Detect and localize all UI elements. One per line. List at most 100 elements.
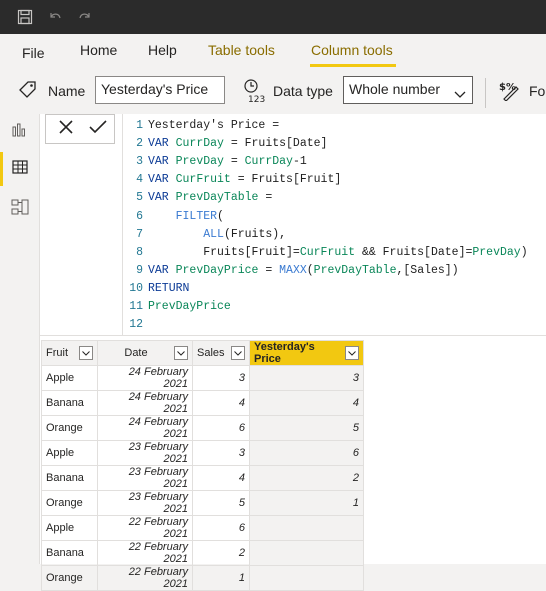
code-token: = (258, 191, 273, 205)
code-token: PrevDayTable (313, 263, 397, 277)
line-number: 4 (136, 173, 143, 187)
cell-fruit[interactable]: Banana (41, 465, 98, 491)
column-header-sales[interactable]: Sales (192, 340, 250, 366)
table-row[interactable]: Apple 22 February 2021 6 (41, 515, 364, 541)
cell-fruit[interactable]: Orange (41, 490, 98, 516)
filter-dropdown-icon[interactable] (79, 346, 93, 360)
column-header-yesterdays-price[interactable]: Yesterday's Price (249, 340, 364, 366)
code-token: MAXX (279, 263, 307, 277)
close-icon (58, 119, 74, 140)
cell-sales[interactable]: 6 (192, 415, 250, 441)
cell-sales[interactable]: 5 (192, 490, 250, 516)
menu-file[interactable]: File (22, 45, 45, 61)
name-field[interactable]: Yesterday's Price (95, 76, 225, 104)
check-icon (89, 119, 107, 140)
table-row[interactable]: Orange 24 February 2021 6 5 (41, 415, 364, 441)
cell-yesterdays-price[interactable]: 4 (249, 390, 364, 416)
menu-column-tools[interactable]: Column tools (311, 42, 393, 58)
code-line: 3 VAR PrevDay = CurrDay-1 (123, 153, 307, 171)
code-line: 7 ALL(Fruits), (123, 226, 286, 244)
cell-date[interactable]: 22 February 2021 (97, 540, 193, 566)
menu-home[interactable]: Home (80, 42, 117, 58)
cell-yesterdays-price[interactable] (249, 515, 364, 541)
cell-fruit[interactable]: Orange (41, 415, 98, 441)
cell-date[interactable]: 23 February 2021 (97, 490, 193, 516)
data-view-button[interactable] (0, 152, 40, 186)
cell-fruit[interactable]: Apple (41, 440, 98, 466)
line-number: 3 (136, 155, 143, 169)
model-view-button[interactable] (0, 192, 40, 226)
format-icon[interactable]: $% (498, 79, 520, 106)
cell-yesterdays-price[interactable]: 6 (249, 440, 364, 466)
cancel-formula-button[interactable] (51, 115, 81, 143)
ribbon: Name Yesterday's Price 123 Data type Who… (0, 70, 546, 114)
cell-fruit[interactable]: Banana (41, 540, 98, 566)
commit-formula-button[interactable] (83, 115, 113, 143)
cell-fruit[interactable]: Apple (41, 515, 98, 541)
cell-fruit[interactable]: Orange (41, 565, 98, 591)
code-token: CurFruit (175, 173, 231, 187)
column-header-fruit[interactable]: Fruit (41, 340, 98, 366)
filter-dropdown-icon[interactable] (174, 346, 188, 360)
datatype-select[interactable]: Whole number (343, 76, 473, 104)
code-token: FILTER (175, 209, 218, 223)
table-row[interactable]: Banana 23 February 2021 4 2 (41, 465, 364, 491)
table-row[interactable]: Apple 24 February 2021 3 3 (41, 365, 364, 391)
redo-icon[interactable] (70, 0, 100, 34)
undo-icon[interactable] (40, 0, 70, 34)
cell-sales[interactable]: 1 (192, 565, 250, 591)
cell-yesterdays-price[interactable]: 5 (249, 415, 364, 441)
cell-yesterdays-price[interactable] (249, 565, 364, 591)
code-token: VAR (148, 191, 176, 205)
cell-yesterdays-price[interactable]: 2 (249, 465, 364, 491)
cell-yesterdays-price[interactable] (249, 540, 364, 566)
model-icon (11, 198, 29, 221)
table-row[interactable]: Apple 23 February 2021 3 6 (41, 440, 364, 466)
cell-date[interactable]: 23 February 2021 (97, 440, 193, 466)
code-token: RETURN (148, 281, 190, 295)
cell-date[interactable]: 22 February 2021 (97, 515, 193, 541)
menu-help[interactable]: Help (148, 42, 177, 58)
cell-sales[interactable]: 3 (192, 440, 250, 466)
cell-date[interactable]: 23 February 2021 (97, 465, 193, 491)
filter-dropdown-icon[interactable] (231, 346, 245, 360)
code-token: PrevDayTable (175, 191, 259, 205)
cell-sales[interactable]: 3 (192, 365, 250, 391)
bar-chart-icon (12, 121, 28, 142)
cell-date[interactable]: 22 February 2021 (97, 565, 193, 591)
format-label: Fo (529, 83, 546, 99)
cell-date[interactable]: 24 February 2021 (97, 365, 193, 391)
line-number: 6 (136, 209, 143, 223)
cell-fruit[interactable]: Banana (41, 390, 98, 416)
code-line: 9 VAR PrevDayPrice = MAXX(PrevDayTable,[S… (123, 262, 459, 280)
table-row[interactable]: Banana 24 February 2021 4 4 (41, 390, 364, 416)
cell-sales[interactable]: 6 (192, 515, 250, 541)
menu-table-tools[interactable]: Table tools (208, 42, 275, 58)
cell-date[interactable]: 24 February 2021 (97, 390, 193, 416)
table-row[interactable]: Orange 23 February 2021 5 1 (41, 490, 364, 516)
cell-sales[interactable]: 4 (192, 390, 250, 416)
formula-editor[interactable]: 1 Yesterday's Price = 2 VAR CurrDay = Frui… (122, 114, 546, 336)
code-token: ALL (203, 227, 224, 241)
cell-fruit[interactable]: Apple (41, 365, 98, 391)
left-nav (0, 114, 40, 564)
menu-bar: File Home Help Table tools Column tools (0, 34, 546, 70)
data-table: Fruit Date Sales Yesterday's Price Apple… (41, 340, 364, 591)
cell-yesterdays-price[interactable]: 1 (249, 490, 364, 516)
cell-yesterdays-price[interactable]: 3 (249, 365, 364, 391)
column-header-date[interactable]: Date (97, 340, 193, 366)
table-row[interactable]: Banana 22 February 2021 2 (41, 540, 364, 566)
column-header-label: Sales (197, 347, 225, 359)
column-header-label: Fruit (46, 347, 68, 359)
cell-sales[interactable]: 2 (192, 540, 250, 566)
cell-date[interactable]: 24 February 2021 (97, 415, 193, 441)
report-view-button[interactable] (0, 114, 40, 148)
code-token: = Fruits[Date] (223, 137, 328, 151)
table-row[interactable]: Orange 22 February 2021 1 (41, 565, 364, 591)
filter-dropdown-icon[interactable] (345, 346, 359, 360)
code-token: VAR (148, 173, 176, 187)
cell-sales[interactable]: 4 (192, 465, 250, 491)
datatype-select-value: Whole number (349, 81, 441, 97)
save-icon[interactable] (10, 0, 40, 34)
